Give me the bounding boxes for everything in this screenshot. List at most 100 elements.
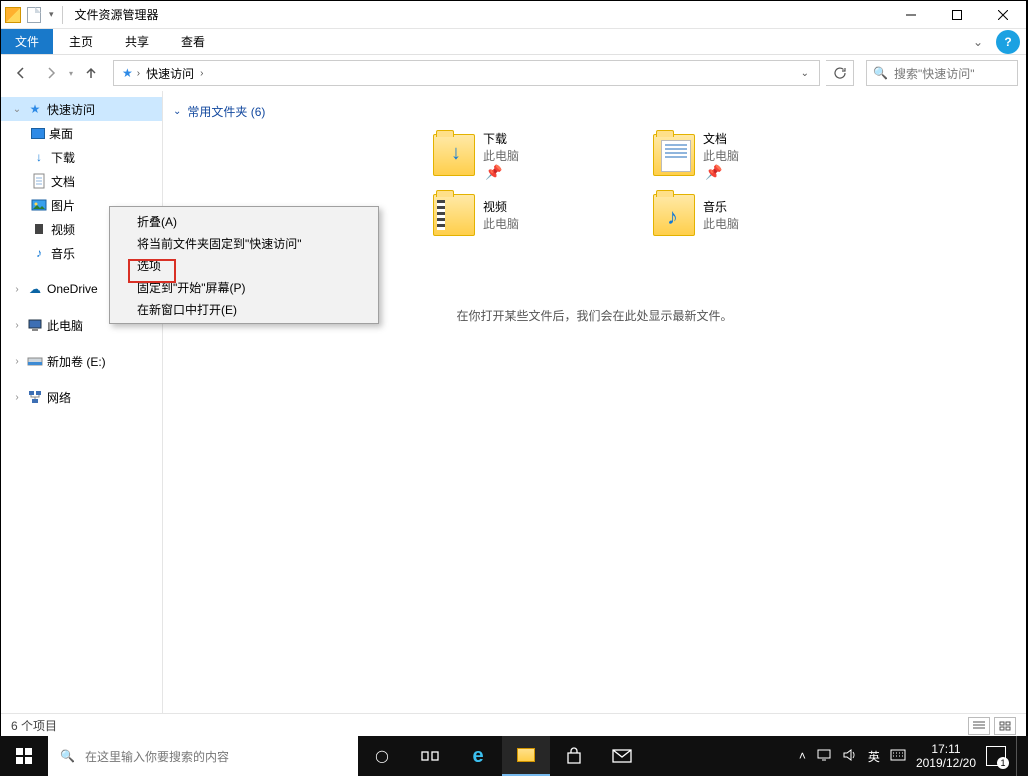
action-center-icon[interactable] — [986, 746, 1006, 766]
quick-access-toolbar: ▾ — [1, 7, 56, 23]
content-pane: ⌄常用文件夹 (6) ↓ 下载此电脑📌 文档此电脑📌 视频此电脑 ♪ 音乐 — [163, 91, 1026, 713]
window-title: 文件资源管理器 — [69, 6, 159, 23]
ctx-collapse[interactable]: 折叠(A) — [113, 210, 375, 232]
address-bar-row: ▾ ★ › 快速访问 › ⌄ 🔍 搜索"快速访问" — [1, 55, 1026, 91]
search-icon: 🔍 — [873, 66, 888, 80]
tree-quick-access[interactable]: ⌄ ★ 快速访问 — [1, 97, 162, 121]
task-view-button[interactable] — [406, 736, 454, 776]
explorer-window: ▾ 文件资源管理器 文件 主页 共享 查看 ⌄ ? ▾ ★ › 快速访问 › ⌄ — [1, 1, 1026, 737]
chevron-down-icon[interactable]: ⌄ — [11, 104, 23, 115]
folder-music[interactable]: ♪ 音乐此电脑 — [653, 190, 863, 240]
item-name: 文档 — [703, 130, 739, 147]
ime-keyboard-icon[interactable] — [890, 749, 906, 764]
chevron-right-icon[interactable]: › — [200, 68, 203, 79]
start-button[interactable] — [0, 736, 48, 776]
item-count: 6 个项目 — [11, 717, 57, 734]
tree-label: 网络 — [47, 389, 71, 406]
breadcrumb-segment[interactable]: 快速访问 — [140, 65, 200, 82]
item-sub: 此电脑 — [483, 147, 519, 164]
chevron-right-icon[interactable]: › — [11, 356, 23, 367]
folder-videos[interactable]: 视频此电脑 — [433, 190, 643, 240]
maximize-button[interactable] — [934, 1, 980, 29]
picture-icon — [31, 197, 47, 213]
help-button[interactable]: ? — [996, 30, 1020, 54]
chevron-right-icon[interactable]: › — [11, 320, 23, 331]
tree-label: 新加卷 (E:) — [47, 353, 106, 370]
doc-icon — [31, 173, 47, 189]
mail-button[interactable] — [598, 736, 646, 776]
clock-time: 17:11 — [916, 742, 976, 756]
tree-label: 桌面 — [49, 125, 73, 142]
close-button[interactable] — [980, 1, 1026, 29]
explorer-icon — [5, 7, 21, 23]
search-input[interactable]: 🔍 搜索"快速访问" — [866, 60, 1018, 86]
tree-label: 音乐 — [51, 245, 75, 262]
tree-label: OneDrive — [47, 282, 98, 296]
view-details-button[interactable] — [968, 717, 990, 735]
forward-button[interactable] — [39, 61, 63, 85]
tree-label: 视频 — [51, 221, 75, 238]
taskbar-search-placeholder: 在这里输入你要搜索的内容 — [85, 748, 229, 765]
titlebar: ▾ 文件资源管理器 — [1, 1, 1026, 29]
ime-indicator[interactable]: 英 — [868, 748, 880, 765]
tree-label: 文档 — [51, 173, 75, 190]
folder-documents[interactable]: 文档此电脑📌 — [653, 130, 863, 180]
desktop-icon — [31, 128, 45, 139]
network-tray-icon[interactable] — [816, 748, 832, 765]
tray-overflow-icon[interactable]: ˄ — [799, 749, 806, 763]
system-tray: ˄ 英 17:11 2019/12/20 — [799, 736, 1028, 776]
properties-icon[interactable] — [27, 7, 41, 23]
item-name: 下载 — [483, 130, 519, 147]
item-sub: 此电脑 — [703, 147, 739, 164]
ctx-open-new-window[interactable]: 在新窗口中打开(E) — [113, 298, 375, 320]
pc-icon — [27, 317, 43, 333]
refresh-button[interactable] — [826, 60, 854, 86]
status-bar: 6 个项目 — [1, 713, 1026, 737]
tab-home[interactable]: 主页 — [53, 29, 109, 54]
clock[interactable]: 17:11 2019/12/20 — [916, 742, 976, 770]
history-dropdown-icon[interactable]: ▾ — [69, 69, 73, 78]
back-button[interactable] — [9, 61, 33, 85]
cloud-icon: ☁ — [27, 281, 43, 297]
volume-tray-icon[interactable] — [842, 748, 858, 765]
nav-tree: ⌄ ★ 快速访问 桌面 ↓下载 文档 图片 视频 ♪音乐 ›☁OneDrive … — [1, 91, 163, 713]
tree-label: 快速访问 — [47, 101, 95, 118]
item-sub: 此电脑 — [483, 215, 519, 232]
file-tab[interactable]: 文件 — [1, 29, 53, 54]
tab-view[interactable]: 查看 — [165, 29, 221, 54]
tree-network[interactable]: › 网络 — [1, 385, 162, 409]
breadcrumb[interactable]: ★ › 快速访问 › ⌄ — [113, 60, 820, 86]
tree-volume-e[interactable]: › 新加卷 (E:) — [1, 349, 162, 373]
item-name: 音乐 — [703, 198, 739, 215]
ribbon-expand-icon[interactable]: ⌄ — [966, 29, 990, 54]
qat-dropdown-icon[interactable]: ▾ — [47, 9, 56, 20]
ctx-options[interactable]: 选项 — [113, 254, 375, 276]
show-desktop-button[interactable] — [1016, 736, 1022, 776]
item-name: 视频 — [483, 198, 519, 215]
cortana-button[interactable]: ◯ — [358, 736, 406, 776]
ctx-pin-start[interactable]: 固定到"开始"屏幕(P) — [113, 276, 375, 298]
explorer-button[interactable] — [502, 736, 550, 776]
folder-downloads[interactable]: ↓ 下载此电脑📌 — [433, 130, 643, 180]
up-button[interactable] — [79, 61, 103, 85]
taskbar-search[interactable]: 🔍 在这里输入你要搜索的内容 — [48, 736, 358, 776]
tree-label: 此电脑 — [47, 317, 83, 334]
edge-button[interactable]: e — [454, 736, 502, 776]
taskbar: 🔍 在这里输入你要搜索的内容 ◯ e ˄ 英 17:11 2019/12/20 — [0, 736, 1028, 776]
tree-downloads[interactable]: ↓下载 — [1, 145, 162, 169]
minimize-button[interactable] — [888, 1, 934, 29]
chevron-right-icon[interactable]: › — [11, 284, 23, 295]
chevron-right-icon[interactable]: › — [11, 392, 23, 403]
item-sub: 此电脑 — [703, 215, 739, 232]
tree-label: 图片 — [51, 197, 75, 214]
tree-desktop[interactable]: 桌面 — [1, 121, 162, 145]
chevron-down-icon[interactable]: ⌄ — [795, 68, 815, 79]
view-large-button[interactable] — [994, 717, 1016, 735]
tree-documents[interactable]: 文档 — [1, 169, 162, 193]
store-button[interactable] — [550, 736, 598, 776]
tab-share[interactable]: 共享 — [109, 29, 165, 54]
tree-label: 下载 — [51, 149, 75, 166]
group-header-folders[interactable]: ⌄常用文件夹 (6) — [173, 99, 1016, 124]
ctx-pin-quick-access[interactable]: 将当前文件夹固定到"快速访问" — [113, 232, 375, 254]
ribbon-tabs: 文件 主页 共享 查看 ⌄ ? — [1, 29, 1026, 55]
